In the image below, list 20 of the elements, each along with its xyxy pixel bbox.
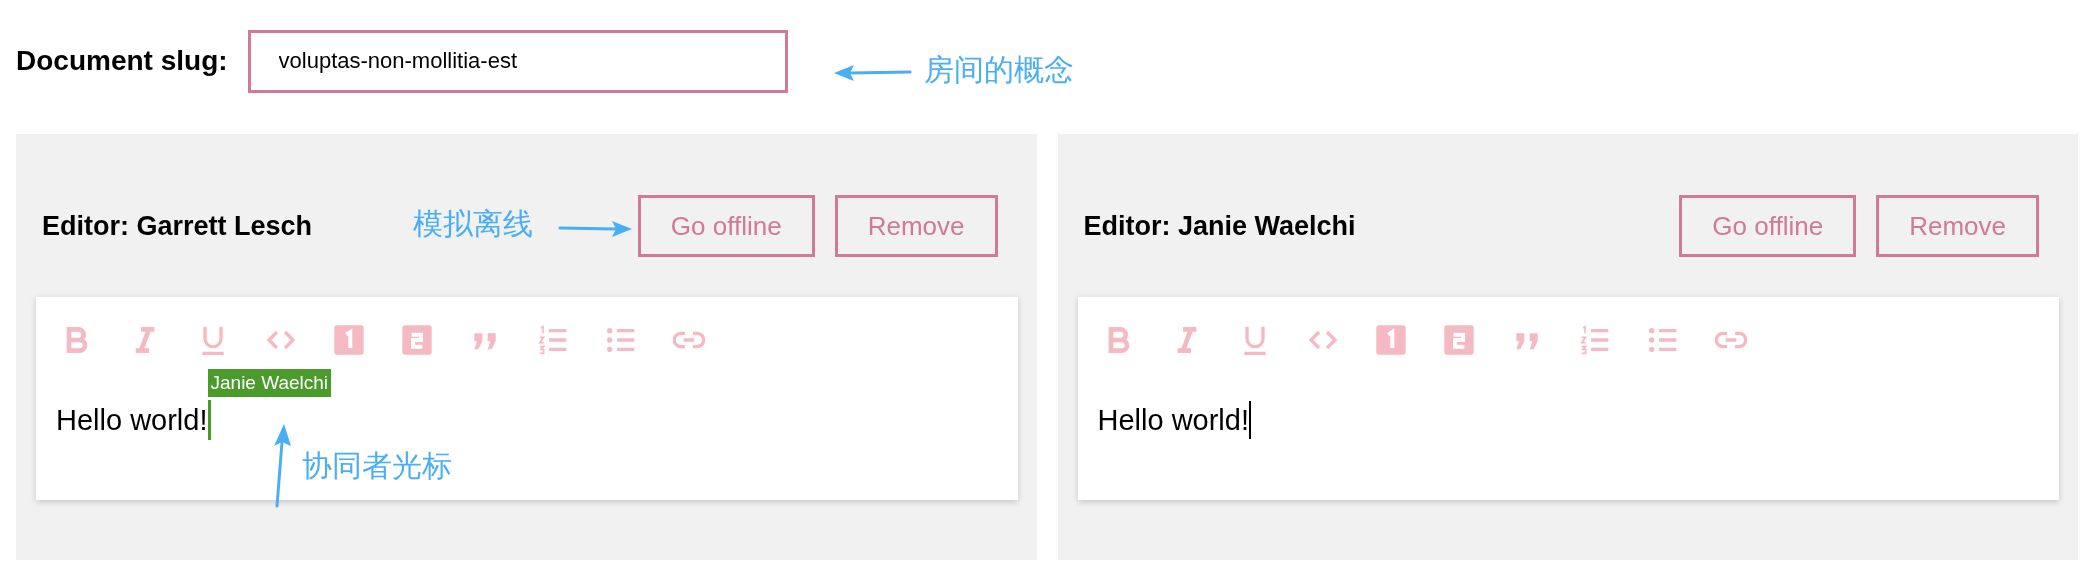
numbered-list-icon[interactable] [1578,324,1611,356]
action-button[interactable]: Remove [834,195,998,257]
heading-one-icon[interactable] [333,324,365,356]
numbered-list-icon[interactable] [537,324,569,356]
annotation-note: 房间的概念 [924,52,1074,88]
action-button[interactable]: Go offline [1679,195,1857,257]
heading-two-icon[interactable] [401,324,433,356]
editor-heading: Editor: Garrett Lesch [42,210,313,242]
editor-heading: Editor: Janie Waelchi [1083,210,1356,242]
slug-field[interactable]: voluptas-non-mollitia-est [247,29,788,93]
editor-text: Hello world! [1097,403,1249,437]
action-button[interactable]: Go offline [637,195,815,257]
annotation-note: 协同者光标 [302,448,452,484]
heading-two-icon[interactable] [1442,324,1475,356]
editor-text: Hello world! [56,403,208,437]
slug-label: Document slug: [16,45,228,77]
heading-one-icon[interactable] [1374,324,1407,356]
action-button[interactable]: Remove [1876,195,2039,257]
collaborator-label: Janie Waelchi [207,369,332,397]
annotation-note: 模拟离线 [413,206,533,242]
